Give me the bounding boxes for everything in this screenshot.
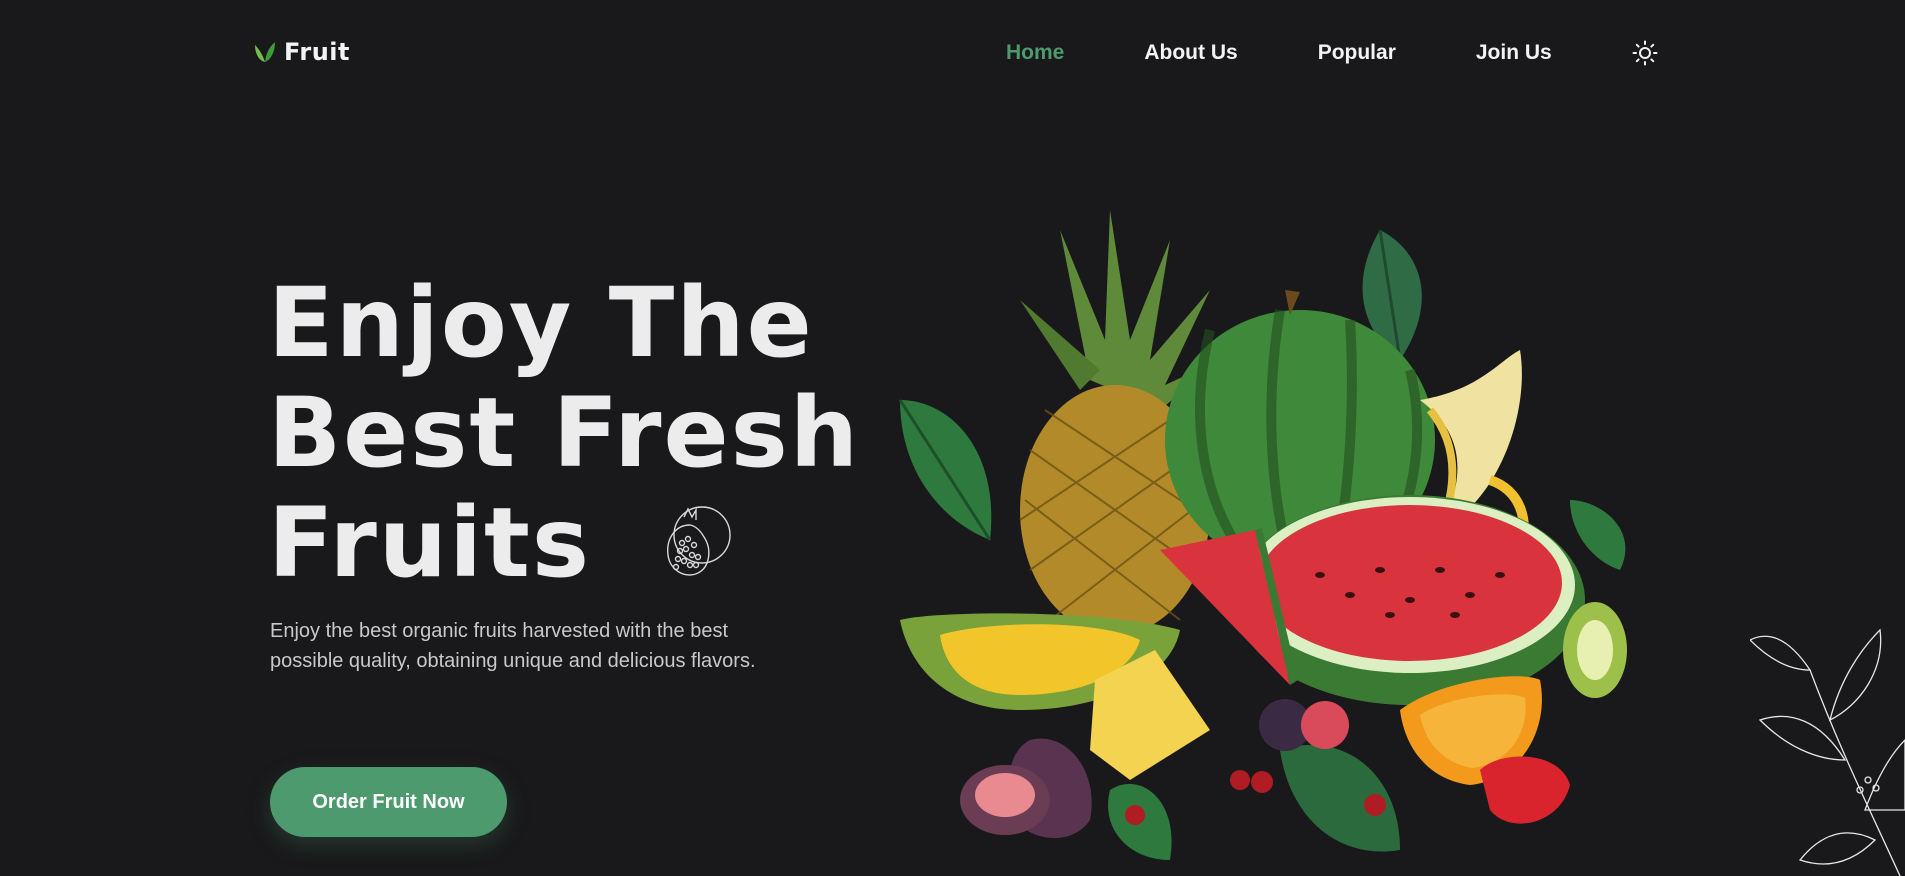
site-header: Fruit Home About Us Popular Join Us [0,0,1905,110]
fruit-composition-image [898,210,1627,860]
nav-home-link[interactable]: Home [1006,41,1064,65]
hero-title-line-2: Best Fresh [268,377,861,489]
nav-about-link[interactable]: About Us [1144,41,1237,65]
leaf-line-art-decoration [1750,628,1905,876]
sun-icon [1632,40,1658,66]
hero-description: Enjoy the best organic fruits harvested … [270,620,756,672]
hero-title-line-3: Fruits [268,487,592,599]
hero-title-line-1: Enjoy The [268,267,814,379]
pomegranate-sketch-icon [667,506,731,576]
theme-toggle-button[interactable] [1632,40,1658,66]
hero-title: Enjoy The Best Fresh Fruits [268,267,861,599]
leaf-icon [255,42,275,62]
main-nav: Home About Us Popular Join Us [1006,40,1658,66]
nav-popular-link[interactable]: Popular [1318,41,1396,65]
nav-join-link[interactable]: Join Us [1476,41,1552,65]
order-fruit-button[interactable]: Order Fruit Now [270,767,507,837]
brand-logo[interactable]: Fruit [252,38,350,66]
brand-name: Fruit [284,38,350,66]
